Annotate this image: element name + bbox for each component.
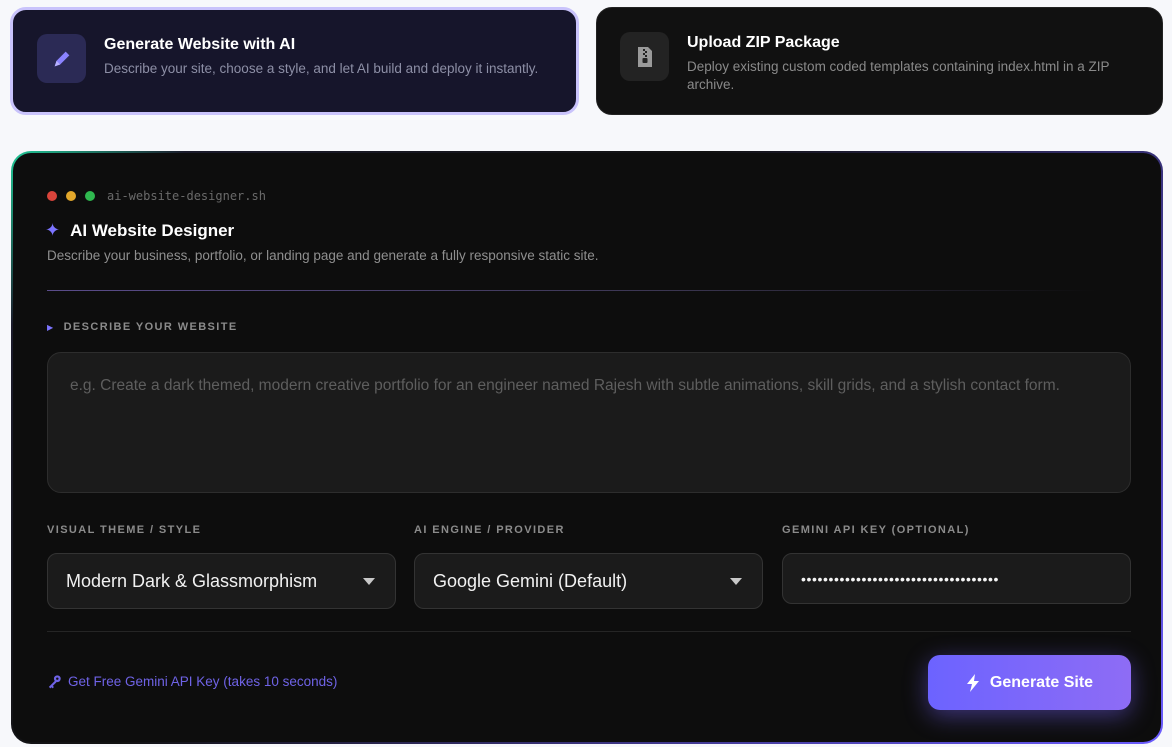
designer-panel: ai-website-designer.sh ✦ AI Website Desi… — [13, 153, 1161, 742]
mode-description: Describe your site, choose a style, and … — [104, 61, 539, 76]
api-key-value: •••••••••••••••••••••••••••••••••••• — [801, 570, 1000, 587]
api-key-label: GEMINI API KEY (OPTIONAL) — [782, 524, 970, 536]
divider — [47, 290, 1097, 291]
sparkle-icon: ✦ — [45, 220, 61, 240]
engine-select[interactable]: Google Gemini (Default) — [414, 553, 763, 609]
describe-label-text: DESCRIBE YOUR WEBSITE — [63, 321, 238, 333]
describe-label: ▶ DESCRIBE YOUR WEBSITE — [47, 321, 238, 333]
mode-title: Generate Website with AI — [104, 36, 296, 53]
chevron-down-icon — [730, 577, 742, 585]
free-api-key-link[interactable]: Get Free Gemini API Key (takes 10 second… — [47, 674, 337, 689]
generate-site-button-label: Generate Site — [989, 673, 1094, 691]
website-description-input[interactable] — [47, 352, 1131, 493]
designer-title: ✦ AI Website Designer — [45, 220, 234, 241]
free-api-key-link-text: Get Free Gemini API Key (takes 10 second… — [68, 674, 338, 689]
window-controls: ai-website-designer.sh — [47, 189, 266, 203]
divider — [47, 631, 1131, 632]
mode-title: Upload ZIP Package — [687, 34, 840, 51]
lightning-icon — [966, 673, 980, 692]
mode-card-upload-zip[interactable]: Upload ZIP Package Deploy existing custo… — [596, 7, 1163, 115]
key-icon — [47, 674, 62, 689]
mode-card-generate-ai[interactable]: Generate Website with AI Describe your s… — [10, 7, 579, 115]
triangle-icon: ▶ — [47, 322, 55, 332]
window-dot-green — [85, 191, 95, 201]
engine-label: AI ENGINE / PROVIDER — [414, 524, 565, 536]
theme-label: VISUAL THEME / STYLE — [47, 524, 202, 536]
script-name: ai-website-designer.sh — [107, 189, 266, 203]
zip-file-icon — [620, 32, 669, 81]
engine-select-value: Google Gemini (Default) — [433, 570, 628, 591]
api-key-input[interactable]: •••••••••••••••••••••••••••••••••••• — [782, 553, 1131, 604]
theme-select[interactable]: Modern Dark & Glassmorphism — [47, 553, 396, 609]
generate-site-button[interactable]: Generate Site — [928, 655, 1131, 710]
designer-title-text: AI Website Designer — [70, 220, 235, 240]
designer-subtitle: Describe your business, portfolio, or la… — [47, 248, 599, 263]
theme-select-value: Modern Dark & Glassmorphism — [66, 570, 318, 591]
chevron-down-icon — [363, 577, 375, 585]
pencil-icon — [37, 34, 86, 83]
window-dot-yellow — [66, 191, 76, 201]
mode-description: Deploy existing custom coded templates c… — [687, 59, 1110, 92]
designer-panel-border: ai-website-designer.sh ✦ AI Website Desi… — [11, 151, 1163, 744]
window-dot-red — [47, 191, 57, 201]
